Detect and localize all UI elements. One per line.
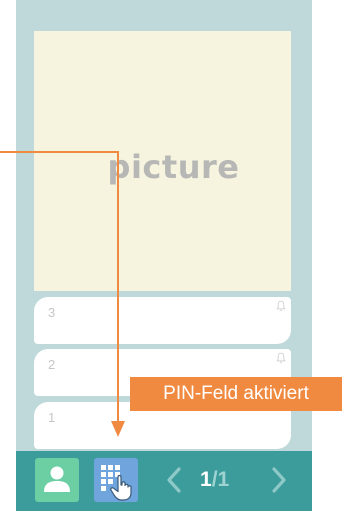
- name-button-3[interactable]: 3: [34, 297, 291, 344]
- page-total: /1: [211, 468, 230, 491]
- callout-label: PIN-Feld aktiviert: [130, 377, 342, 411]
- chevron-right-icon[interactable]: [268, 462, 290, 498]
- doorbell-panel-screen: picture 3 2 1 1/1 PIN-Feld aktiviert: [0, 0, 348, 511]
- person-icon: [44, 466, 70, 492]
- picture-area: picture: [34, 31, 291, 291]
- bell-icon: [276, 300, 286, 311]
- picture-placeholder-label: picture: [107, 148, 240, 186]
- name-button-number: 1: [48, 410, 56, 425]
- name-button-number: 3: [48, 305, 56, 320]
- chevron-left-icon[interactable]: [163, 462, 185, 498]
- bell-icon: [276, 352, 286, 363]
- person-button[interactable]: [35, 458, 79, 502]
- pin-keypad-button[interactable]: [94, 458, 138, 502]
- name-button-number: 2: [48, 357, 56, 372]
- page-counter: 1/1: [200, 466, 250, 494]
- keypad-hand-icon: [101, 465, 132, 501]
- page-current: 1: [200, 468, 212, 491]
